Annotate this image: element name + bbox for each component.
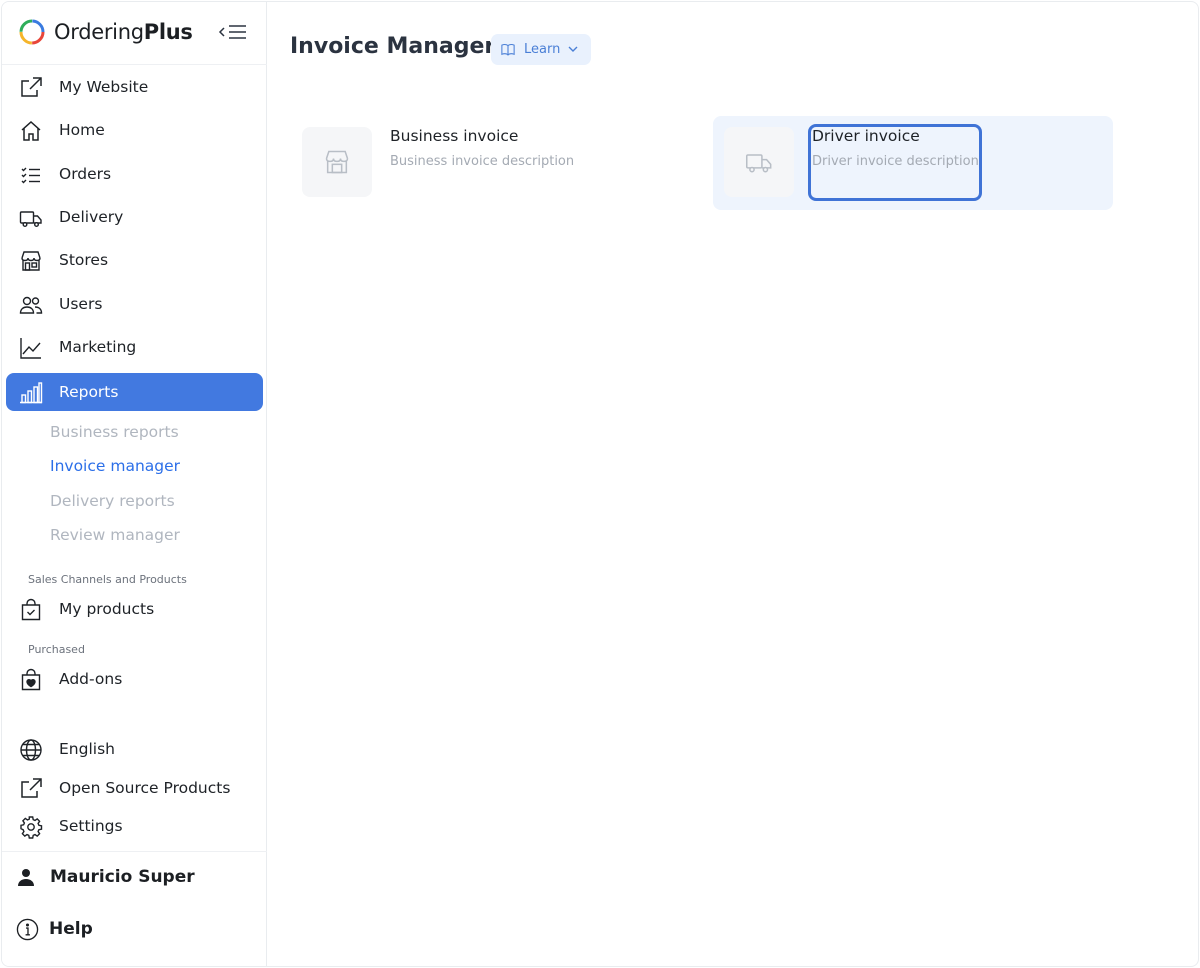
collapse-menu-icon: [218, 25, 246, 39]
sub-item-review-manager[interactable]: Review manager: [50, 526, 180, 544]
bag-check-icon: [21, 598, 41, 621]
external-link-icon: [21, 778, 42, 798]
app-window: OrderingPlus My Website Home Orders Deli…: [1, 1, 1199, 967]
card-description: Driver invoice description: [812, 154, 979, 169]
section-label-purchased: Purchased: [28, 643, 85, 656]
bag-heart-icon: [21, 668, 41, 691]
sidebar-item-marketing[interactable]: Marketing: [6, 328, 263, 366]
card-title: Business invoice: [390, 127, 519, 145]
truck-icon: [19, 211, 42, 228]
page-title: Invoice Manager: [290, 34, 496, 59]
chevron-down-icon: [568, 46, 578, 52]
sidebar-item-orders[interactable]: Orders: [6, 155, 263, 193]
card-thumbnail: [302, 127, 372, 197]
sub-item-business-reports[interactable]: Business reports: [50, 423, 179, 441]
brand-name: OrderingPlus: [54, 20, 193, 44]
home-icon: [21, 120, 41, 141]
bar-chart-icon: [20, 382, 43, 404]
sidebar-item-label: My products: [59, 600, 155, 618]
user-name: Mauricio Super: [50, 867, 195, 887]
truck-icon: [745, 154, 772, 173]
sidebar-item-open-source-products[interactable]: Open Source Products: [6, 769, 263, 807]
sidebar-item-label: Add-ons: [59, 670, 123, 688]
section-label-sales-channels: Sales Channels and Products: [28, 573, 187, 586]
sidebar-item-home[interactable]: Home: [6, 111, 263, 149]
shop-icon: [325, 150, 349, 174]
sidebar-item-label: Settings: [59, 817, 123, 835]
card-description: Business invoice description: [390, 154, 575, 169]
card-title: Driver invoice: [812, 127, 920, 145]
person-icon: [18, 869, 34, 886]
sidebar-item-add-ons[interactable]: Add-ons: [6, 660, 263, 698]
business-invoice-card[interactable]: Business invoice Business invoice descri…: [291, 116, 691, 210]
people-icon: [19, 296, 43, 314]
main-content: Invoice Manager Learn Business invoice B…: [268, 2, 1198, 966]
book-icon: [501, 43, 515, 56]
list-check-icon: [21, 167, 40, 184]
sidebar-item-my-products[interactable]: My products: [6, 590, 263, 628]
sidebar-item-label: Reports: [59, 383, 119, 401]
sidebar-item-stores[interactable]: Stores: [6, 241, 263, 279]
sidebar-item-label: Home: [59, 121, 105, 139]
globe-icon: [20, 739, 42, 761]
sidebar-divider: [2, 64, 267, 65]
shop-icon: [21, 251, 41, 271]
learn-dropdown-button[interactable]: Learn: [491, 34, 591, 65]
sidebar-item-label: English: [59, 740, 115, 758]
sidebar-item-settings[interactable]: Settings: [6, 807, 263, 845]
sidebar-item-language[interactable]: English: [6, 730, 263, 768]
learn-label: Learn: [524, 42, 561, 57]
sidebar-item-reports[interactable]: Reports: [6, 373, 263, 411]
driver-invoice-card[interactable]: Driver invoice Driver invoice descriptio…: [713, 116, 1113, 210]
sidebar: OrderingPlus My Website Home Orders Deli…: [2, 2, 267, 966]
sidebar-item-label: My Website: [59, 78, 149, 96]
sidebar-item-users[interactable]: Users: [6, 285, 263, 323]
sidebar-divider: [2, 851, 267, 852]
help-label: Help: [49, 919, 93, 939]
gear-icon: [20, 816, 43, 839]
user-profile-button[interactable]: Mauricio Super: [16, 864, 195, 890]
sidebar-item-label: Open Source Products: [59, 779, 231, 797]
sidebar-item-label: Stores: [59, 251, 109, 269]
card-thumbnail: [724, 127, 794, 197]
sidebar-item-delivery[interactable]: Delivery: [6, 198, 263, 236]
info-circle-icon: [16, 918, 39, 940]
sidebar-item-label: Delivery: [59, 208, 124, 226]
collapse-sidebar-button[interactable]: [218, 20, 248, 44]
sidebar-item-label: Users: [59, 295, 103, 313]
help-button[interactable]: Help: [16, 916, 93, 942]
sub-item-delivery-reports[interactable]: Delivery reports: [50, 492, 175, 510]
sidebar-item-my-website[interactable]: My Website: [6, 68, 263, 106]
sidebar-item-label: Marketing: [59, 338, 137, 356]
graph-up-icon: [20, 338, 41, 359]
sidebar-item-label: Orders: [59, 165, 112, 183]
brand-logo[interactable]: OrderingPlus: [18, 16, 193, 48]
ordering-logo-icon: [19, 19, 45, 45]
sub-item-invoice-manager[interactable]: Invoice manager: [50, 457, 180, 475]
external-link-icon: [21, 77, 42, 97]
